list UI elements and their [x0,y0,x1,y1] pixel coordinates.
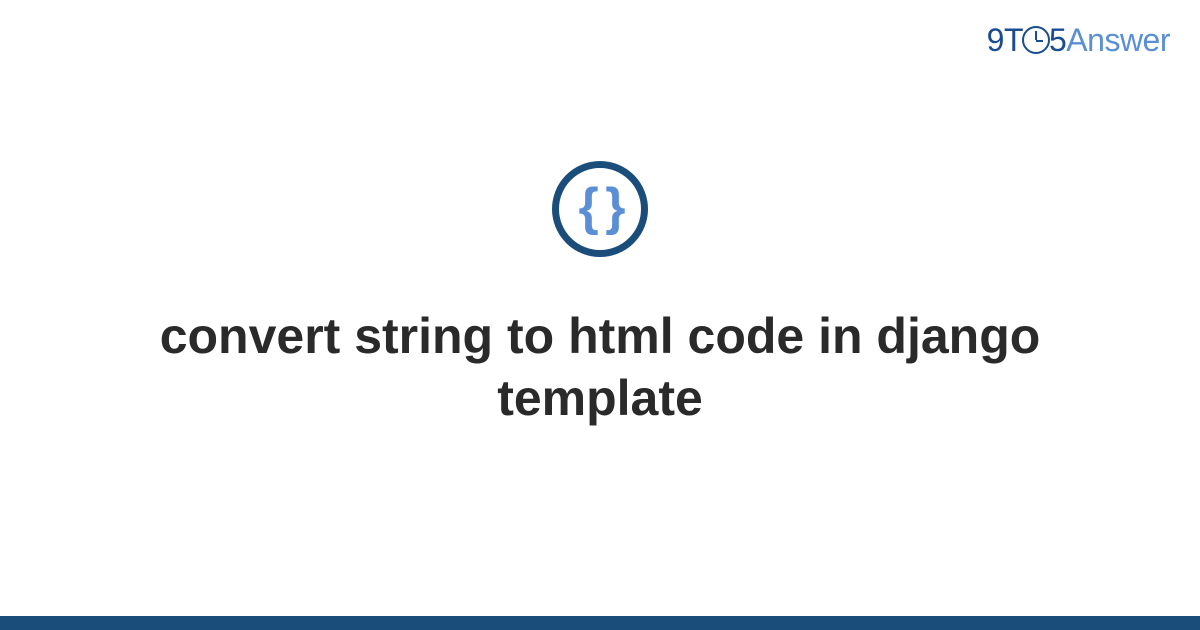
page-title: convert string to html code in django te… [150,305,1050,430]
code-braces-icon: { } [579,181,622,233]
category-icon-circle: { } [552,161,648,257]
footer-accent-bar [0,616,1200,630]
main-content: { } convert string to html code in djang… [0,0,1200,630]
